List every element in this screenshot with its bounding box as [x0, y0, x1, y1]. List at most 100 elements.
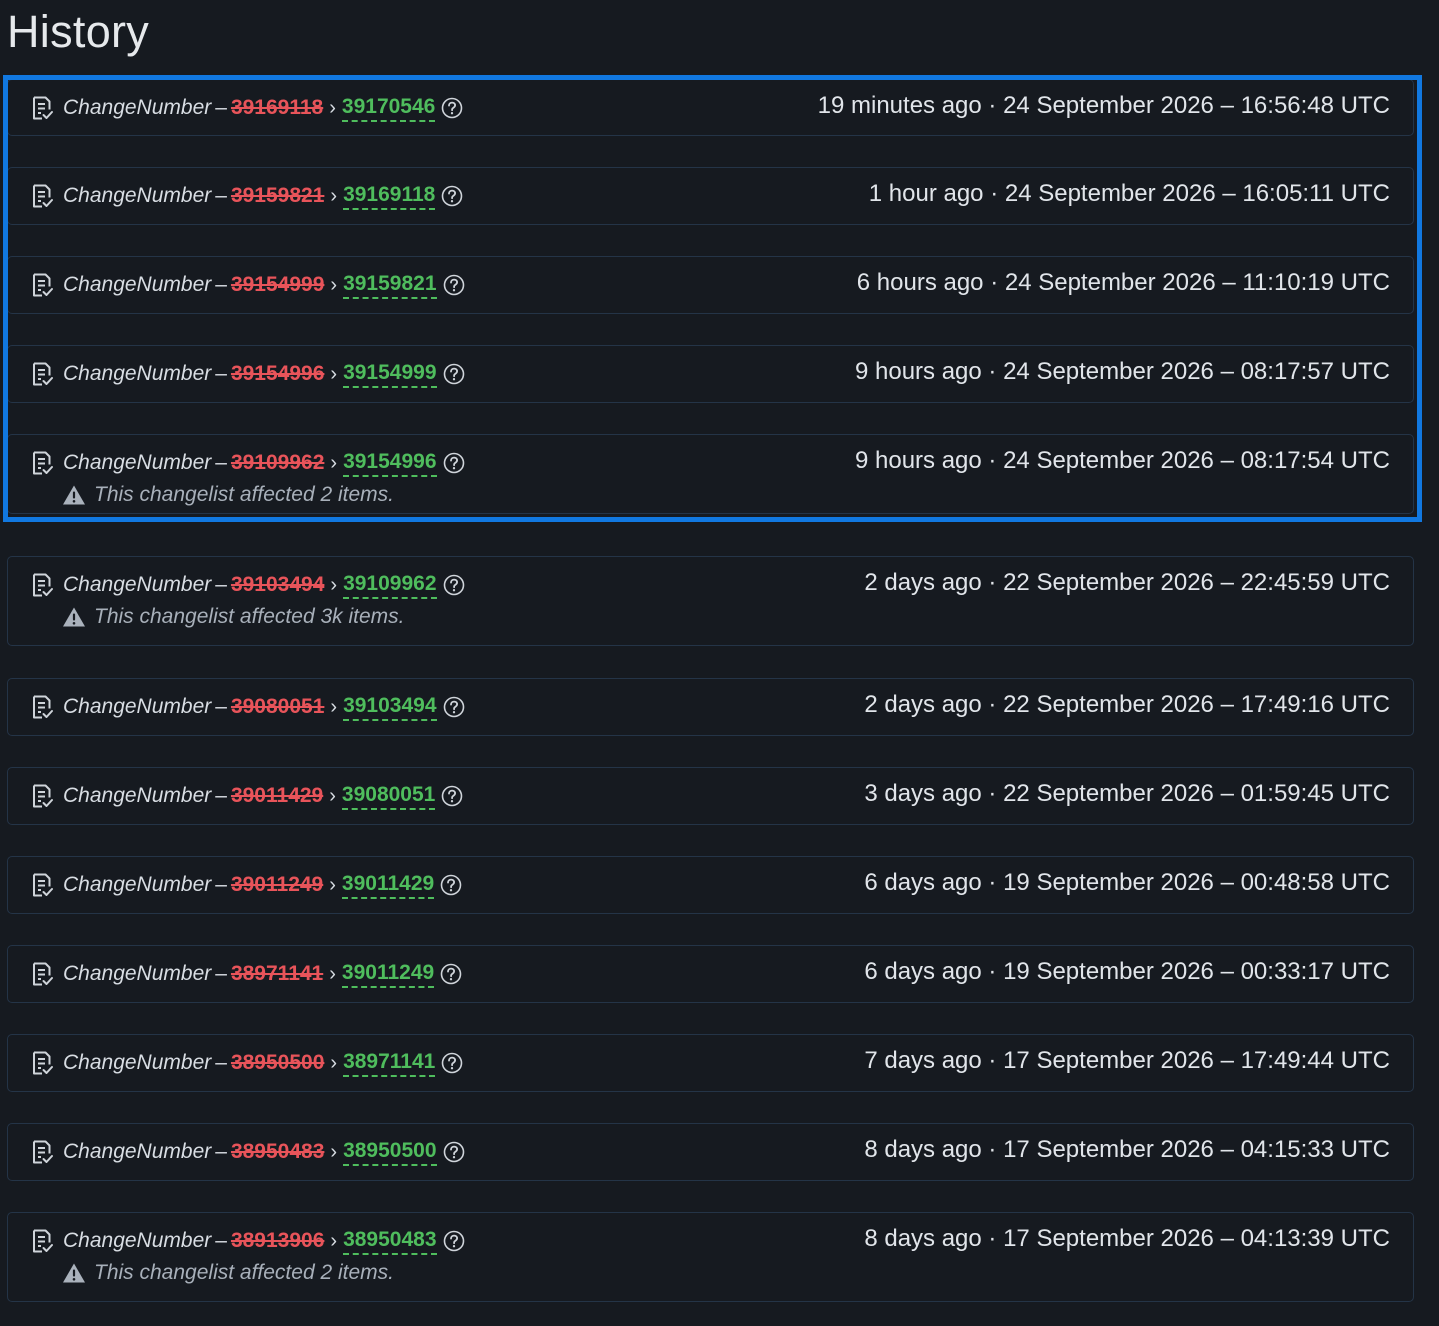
timestamp: 9 hours ago · 24 September 2026 – 08:17:… — [854, 358, 1390, 385]
arrow-separator: › — [330, 273, 338, 296]
note-text: This changelist affected 3k items. — [94, 605, 405, 628]
change-label: ChangeNumber — [63, 573, 212, 596]
page-title: History — [7, 6, 150, 57]
history-entry: ChangeNumber –38950500 › 38971141 7 days ago… — [7, 1034, 1414, 1092]
new-change-number-link[interactable]: 39154999 — [343, 361, 437, 388]
history-entry: ChangeNumber –38950483 › 38950500 8 days ago… — [7, 1123, 1414, 1181]
history-entry: ChangeNumber –39011429 › 39080051 3 days ago… — [7, 767, 1414, 825]
question-circle-icon[interactable] — [443, 452, 465, 474]
history-entry: ChangeNumber –39154996 › 39154999 9 hours ag… — [7, 345, 1414, 403]
document-check-icon — [30, 572, 54, 598]
change-label: ChangeNumber — [63, 96, 212, 119]
old-change-number: 39011429 — [230, 784, 324, 807]
arrow-separator: › — [330, 1051, 338, 1074]
question-circle-icon[interactable] — [443, 363, 465, 385]
separator-dash: – — [215, 362, 227, 385]
arrow-separator: › — [329, 784, 336, 807]
new-change-number-link[interactable]: 39103494 — [343, 694, 437, 721]
separator-dash: – — [215, 695, 227, 718]
separator-dash: – — [215, 573, 227, 596]
old-change-number: 39080051 — [230, 695, 325, 718]
new-change-number-link[interactable]: 38950483 — [343, 1228, 437, 1255]
change-label: ChangeNumber — [63, 362, 212, 385]
arrow-separator: › — [329, 962, 336, 985]
old-change-number: 38913906 — [230, 1229, 325, 1252]
change-label: ChangeNumber — [63, 1229, 212, 1252]
question-circle-icon[interactable] — [443, 696, 465, 718]
old-change-number: 39011249 — [230, 873, 324, 896]
note-text: This changelist affected 2 items. — [94, 483, 394, 506]
change-row: ChangeNumber –39103494 › 39109962 — [30, 571, 465, 599]
question-circle-icon[interactable] — [441, 1052, 463, 1074]
separator-dash: – — [215, 1051, 227, 1074]
document-check-icon — [30, 272, 54, 298]
new-change-number-link[interactable]: 39011249 — [341, 961, 435, 988]
timestamp: 2 days ago · 22 September 2026 – 22:45:5… — [864, 569, 1390, 596]
change-row: ChangeNumber –39011429 › 39080051 — [30, 782, 463, 810]
timestamp: 8 days ago · 17 September 2026 – 04:13:3… — [864, 1225, 1390, 1252]
change-row: ChangeNumber –39169118 › 39170546 — [30, 94, 463, 122]
question-circle-icon[interactable] — [441, 97, 463, 119]
new-change-number-link[interactable]: 38971141 — [343, 1050, 436, 1077]
document-check-icon — [30, 361, 54, 387]
old-change-number: 39169118 — [230, 96, 324, 119]
timestamp: 3 days ago · 22 September 2026 – 01:59:4… — [864, 780, 1390, 807]
new-change-number-link[interactable]: 39169118 — [343, 183, 436, 210]
change-label: ChangeNumber — [63, 273, 212, 296]
new-change-number-link[interactable]: 38950500 — [343, 1139, 437, 1166]
document-check-icon — [30, 1228, 54, 1254]
arrow-separator: › — [330, 184, 338, 207]
timestamp: 19 minutes ago · 24 September 2026 – 16:… — [817, 92, 1390, 119]
separator-dash: – — [215, 784, 227, 807]
change-row: ChangeNumber –39154996 › 39154999 — [30, 360, 465, 388]
question-circle-icon[interactable] — [443, 1230, 465, 1252]
document-check-icon — [30, 872, 54, 898]
old-change-number: 38950500 — [230, 1051, 325, 1074]
document-check-icon — [30, 1050, 54, 1076]
change-label: ChangeNumber — [63, 873, 212, 896]
separator-dash: – — [215, 451, 227, 474]
separator-dash: – — [215, 873, 227, 896]
document-check-icon — [30, 1139, 54, 1165]
change-label: ChangeNumber — [63, 695, 212, 718]
new-change-number-link[interactable]: 39159821 — [343, 272, 437, 299]
arrow-separator: › — [330, 573, 338, 596]
question-circle-icon[interactable] — [443, 574, 465, 596]
history-entry: ChangeNumber –39080051 › 39103494 2 days ago… — [7, 678, 1414, 736]
separator-dash: – — [215, 962, 227, 985]
arrow-separator: › — [330, 451, 338, 474]
change-row: ChangeNumber –39011249 › 39011429 — [30, 871, 462, 899]
change-label: ChangeNumber — [63, 784, 212, 807]
new-change-number-link[interactable]: 39170546 — [341, 95, 436, 122]
question-circle-icon[interactable] — [440, 874, 462, 896]
change-label: ChangeNumber — [63, 451, 212, 474]
timestamp: 7 days ago · 17 September 2026 – 17:49:4… — [864, 1047, 1390, 1074]
history-entry: ChangeNumber –38913906 › 38950483 8 days ago… — [7, 1212, 1414, 1302]
timestamp: 6 hours ago · 24 September 2026 – 11:10:… — [856, 269, 1390, 296]
question-circle-icon[interactable] — [441, 785, 463, 807]
question-circle-icon[interactable] — [443, 1141, 465, 1163]
arrow-separator: › — [329, 873, 336, 896]
new-change-number-link[interactable]: 39080051 — [341, 783, 436, 810]
history-entry: ChangeNumber –39154999 › 39159821 6 hours ag… — [7, 256, 1414, 314]
timestamp: 1 hour ago · 24 September 2026 – 16:05:1… — [868, 180, 1390, 207]
note-text: This changelist affected 2 items. — [94, 1261, 394, 1284]
affected-items-note: This changelist affected 2 items. — [62, 483, 394, 507]
change-row: ChangeNumber –39080051 › 39103494 — [30, 693, 465, 721]
new-change-number-link[interactable]: 39011429 — [341, 872, 435, 899]
old-change-number: 39103494 — [230, 573, 325, 596]
timestamp: 6 days ago · 19 September 2026 – 00:33:1… — [864, 958, 1390, 985]
question-circle-icon[interactable] — [441, 185, 463, 207]
question-circle-icon[interactable] — [440, 963, 462, 985]
history-entry: ChangeNumber –39103494 › 39109962 2 days ago… — [7, 556, 1414, 646]
separator-dash: – — [215, 1140, 227, 1163]
arrow-separator: › — [330, 695, 338, 718]
separator-dash: – — [215, 273, 227, 296]
change-row: ChangeNumber –38950483 › 38950500 — [30, 1138, 465, 1166]
history-entry: ChangeNumber –39109962 › 39154996 9 hours ag… — [7, 434, 1414, 514]
question-circle-icon[interactable] — [443, 274, 465, 296]
timestamp: 9 hours ago · 24 September 2026 – 08:17:… — [854, 447, 1390, 474]
new-change-number-link[interactable]: 39154996 — [343, 450, 437, 477]
new-change-number-link[interactable]: 39109962 — [343, 572, 437, 599]
history-entry: ChangeNumber –39169118 › 39170546 19 minutes… — [7, 79, 1414, 136]
